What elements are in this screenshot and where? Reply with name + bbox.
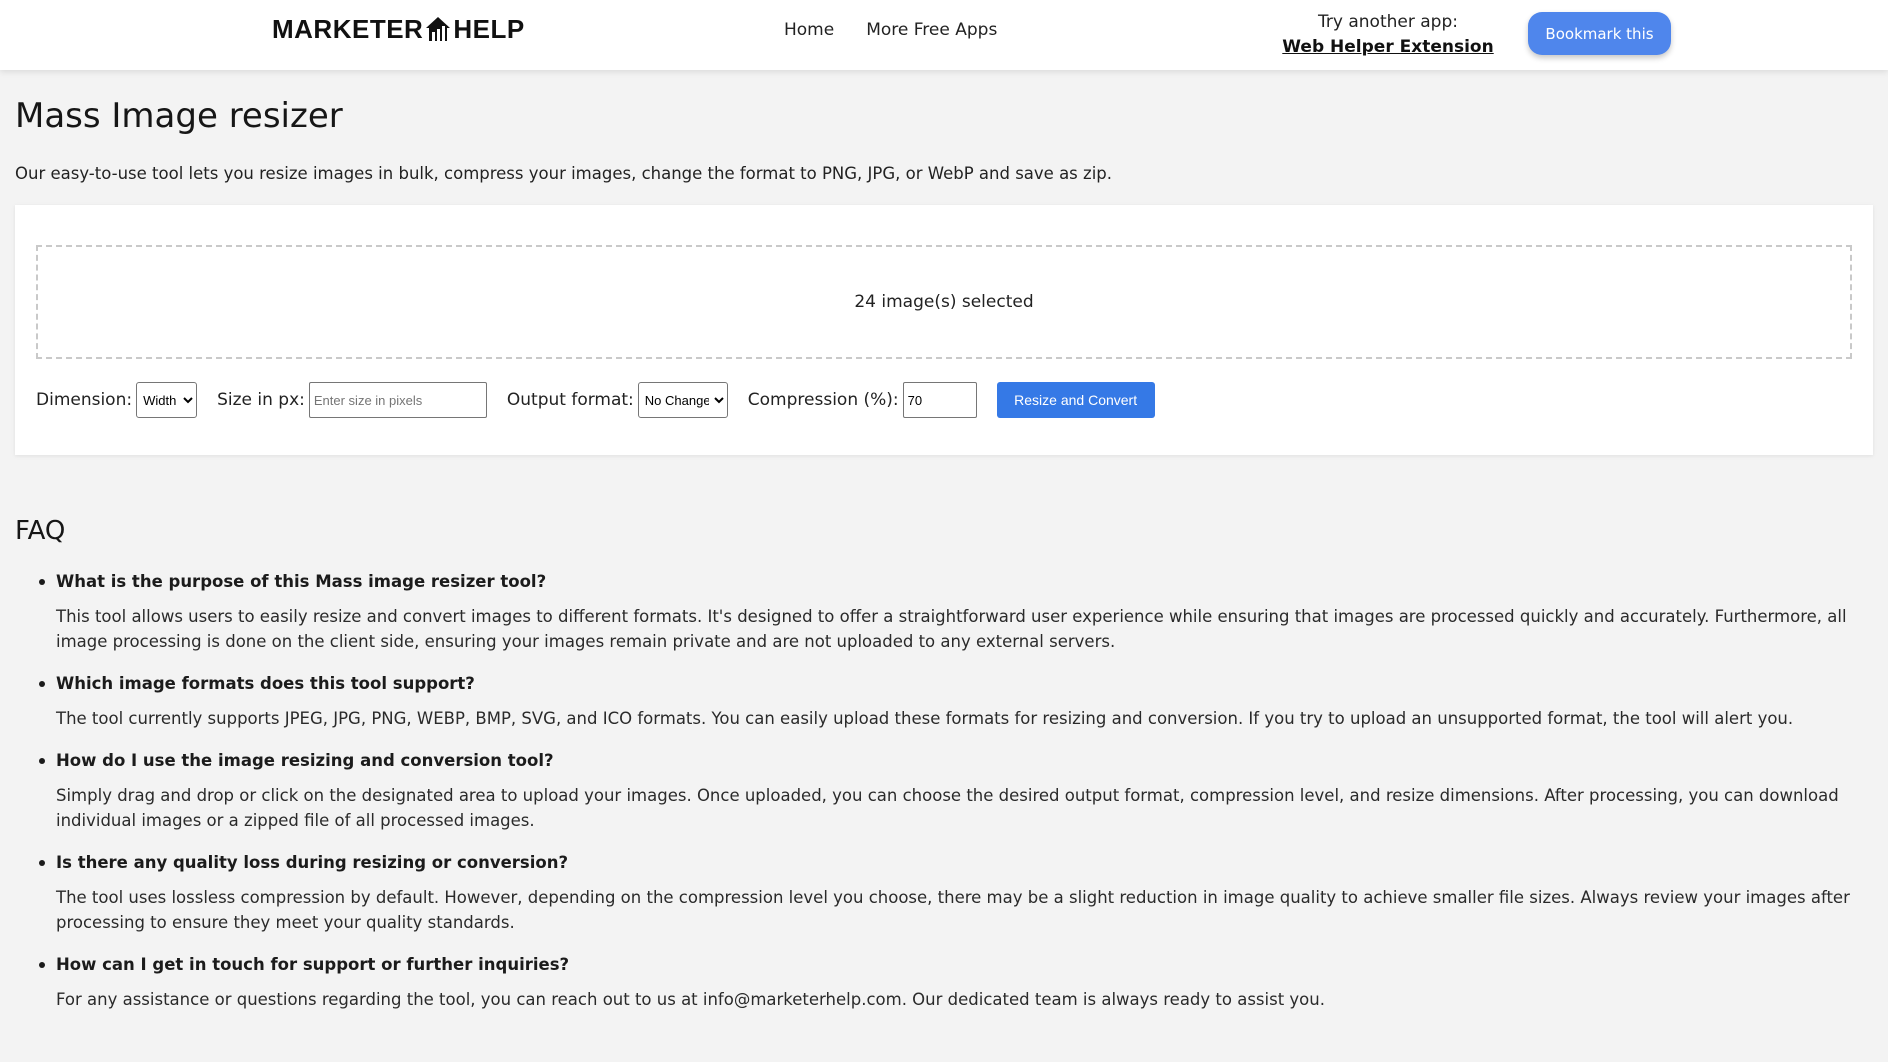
faq-question: How do I use the image resizing and conv… [39, 747, 1872, 775]
faq-answer: The tool uses lossless compression by de… [56, 888, 1850, 932]
faq-answer: Simply drag and drop or click on the des… [56, 786, 1839, 830]
try-label: Try another app: [1318, 12, 1458, 32]
site-logo[interactable]: MARKETER HELP [272, 14, 525, 44]
faq-question: Is there any quality loss during resizin… [39, 849, 1872, 877]
size-input[interactable] [308, 382, 487, 418]
format-select[interactable]: No Change [637, 382, 728, 418]
format-control: Output format: No Change [507, 382, 728, 418]
try-another-app: Try another app: Web Helper Extension [1270, 10, 1506, 60]
list-item: How can I get in touch for support or fu… [39, 951, 1872, 1012]
faq-title: FAQ [15, 516, 66, 546]
logo-text-left: MARKETER [272, 13, 424, 44]
site-header: MARKETER HELP Home More Free Apps Try an… [0, 0, 1888, 70]
resizer-panel: 24 image(s) selected Dimension: Width Si… [15, 205, 1873, 455]
faq-question: Which image formats does this tool suppo… [39, 670, 1872, 698]
compression-input[interactable] [902, 382, 977, 418]
logo-text-right: HELP [453, 13, 525, 44]
web-helper-extension-link[interactable]: Web Helper Extension [1270, 35, 1506, 60]
format-label: Output format: [506, 390, 634, 410]
page-intro: Our easy-to-use tool lets you resize ima… [15, 164, 1112, 183]
main-nav: Home More Free Apps [784, 20, 997, 40]
faq-answer: This tool allows users to easily resize … [56, 607, 1847, 651]
list-item: Is there any quality loss during resizin… [39, 849, 1872, 935]
dimension-control: Dimension: Width [36, 382, 198, 418]
chart-house-icon [426, 17, 451, 41]
selected-count: 24 image(s) selected [854, 292, 1034, 312]
faq-question: How can I get in touch for support or fu… [39, 951, 1872, 979]
size-control: Size in px: [217, 382, 487, 418]
size-label: Size in px: [217, 390, 305, 410]
compression-label: Compression (%): [747, 390, 899, 410]
list-item: How do I use the image resizing and conv… [39, 747, 1872, 833]
list-item: Which image formats does this tool suppo… [39, 670, 1872, 731]
list-item: What is the purpose of this Mass image r… [39, 568, 1872, 654]
resize-convert-button[interactable]: Resize and Convert [996, 382, 1155, 418]
nav-more-apps-link[interactable]: More Free Apps [866, 20, 997, 40]
compression-control: Compression (%): [748, 382, 977, 418]
faq-answer: The tool currently supports JPEG, JPG, P… [56, 709, 1794, 728]
dimension-select[interactable]: Width [136, 382, 198, 418]
page-title: Mass Image resizer [15, 96, 343, 136]
faq-list: What is the purpose of this Mass image r… [39, 568, 1872, 1028]
faq-question: What is the purpose of this Mass image r… [39, 568, 1872, 596]
bookmark-button[interactable]: Bookmark this [1528, 12, 1671, 55]
image-dropzone[interactable]: 24 image(s) selected [36, 245, 1852, 359]
resize-controls: Dimension: Width Size in px: Output form… [36, 380, 1155, 420]
nav-home-link[interactable]: Home [784, 20, 834, 40]
faq-answer: For any assistance or questions regardin… [56, 990, 1325, 1009]
dimension-label: Dimension: [36, 390, 133, 410]
